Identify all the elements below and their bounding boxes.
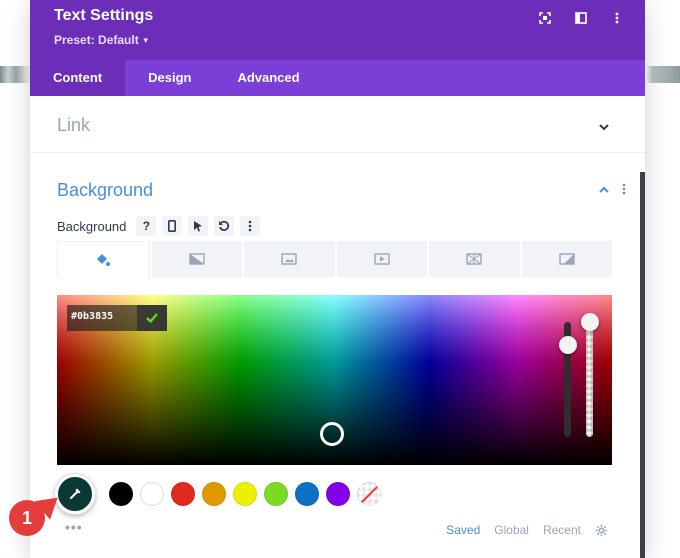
background-section-title[interactable]: Background <box>57 180 153 201</box>
swatch-blue[interactable] <box>295 482 319 506</box>
mask-icon <box>559 253 575 265</box>
bg-tab-mask[interactable] <box>521 241 612 277</box>
opacity-slider-handle[interactable] <box>581 313 599 331</box>
link-section-title: Link <box>57 115 91 135</box>
opacity-slider-track[interactable] <box>586 322 593 437</box>
pattern-icon <box>466 253 482 265</box>
header-icons <box>537 10 625 26</box>
swatch-green[interactable] <box>264 482 288 506</box>
swatch-none[interactable] <box>357 482 381 506</box>
bg-tab-gradient[interactable] <box>151 241 242 277</box>
swatch-purple[interactable] <box>326 482 350 506</box>
eyedropper-icon <box>69 488 81 500</box>
settings-modal: Text Settings Preset: Default ▼ Content D… <box>30 0 645 558</box>
modal-title: Text Settings <box>54 7 154 24</box>
gradient-icon <box>189 253 205 265</box>
background-type-tabs <box>57 241 612 277</box>
reset-button[interactable] <box>214 216 235 236</box>
scrollbar[interactable] <box>640 172 645 558</box>
preset-dropdown[interactable]: Preset: Default ▼ <box>54 33 150 47</box>
swatch-red[interactable] <box>171 482 195 506</box>
more-vertical-icon[interactable] <box>609 10 625 26</box>
tab-design[interactable]: Design <box>125 60 214 96</box>
chevron-up-icon[interactable] <box>597 183 611 197</box>
modal-header: Text Settings Preset: Default ▼ <box>30 0 645 60</box>
more-vertical-icon <box>249 220 252 232</box>
confirm-hex-button[interactable] <box>137 305 167 331</box>
options-button[interactable] <box>240 216 261 236</box>
bg-tab-video[interactable] <box>336 241 427 277</box>
color-icon <box>97 253 111 266</box>
undo-icon <box>219 220 230 231</box>
hue-slider-handle[interactable] <box>559 336 577 354</box>
phone-icon <box>168 220 177 232</box>
color-swatch-row <box>55 474 388 514</box>
bg-tab-image[interactable] <box>244 241 335 277</box>
caret-down-icon: ▼ <box>141 36 150 45</box>
expand-icon[interactable] <box>537 10 553 26</box>
color-picker-cursor[interactable] <box>320 422 344 446</box>
hex-input-box[interactable]: #0b3835 <box>67 305 167 331</box>
global-link[interactable]: Global <box>494 523 529 537</box>
hex-value: #0b3835 <box>71 311 114 322</box>
video-icon <box>374 253 390 265</box>
image-icon <box>281 253 297 265</box>
help-button[interactable]: ? <box>136 216 157 236</box>
gear-icon[interactable] <box>595 524 608 537</box>
link-section-toggle[interactable]: Link <box>30 96 645 153</box>
saved-link[interactable]: Saved <box>446 523 480 537</box>
responsive-button[interactable] <box>162 216 183 236</box>
bg-tab-color[interactable] <box>57 241 150 277</box>
swatch-yellow[interactable] <box>233 482 257 506</box>
annotation-badge: 1 <box>9 500 45 536</box>
bg-tab-pattern[interactable] <box>429 241 520 277</box>
more-swatches-button[interactable]: ••• <box>65 519 83 535</box>
swatch-orange[interactable] <box>202 482 226 506</box>
preset-label: Preset: Default <box>54 33 139 47</box>
checkmark-icon <box>146 313 158 323</box>
tab-advanced[interactable]: Advanced <box>214 60 322 96</box>
recent-link[interactable]: Recent <box>543 523 581 537</box>
help-icon: ? <box>142 219 151 233</box>
tab-content[interactable]: Content <box>30 60 126 96</box>
swatch-footer: Saved Global Recent <box>446 523 608 537</box>
swatch-white[interactable] <box>140 482 164 506</box>
tab-bar: Content Design Advanced <box>30 60 645 96</box>
hover-button[interactable] <box>188 216 209 236</box>
color-picker-area[interactable]: #0b3835 <box>57 295 612 465</box>
background-label-row: Background ? <box>57 216 266 236</box>
section-more-icon[interactable] <box>622 183 626 195</box>
chevron-down-icon <box>599 124 609 131</box>
background-section: Background Background ? #0b3835 ••• Save… <box>30 153 645 558</box>
cursor-icon <box>194 221 203 232</box>
swatch-black[interactable] <box>109 482 133 506</box>
background-label: Background <box>57 218 127 234</box>
sidebar-layout-icon[interactable] <box>573 10 589 26</box>
